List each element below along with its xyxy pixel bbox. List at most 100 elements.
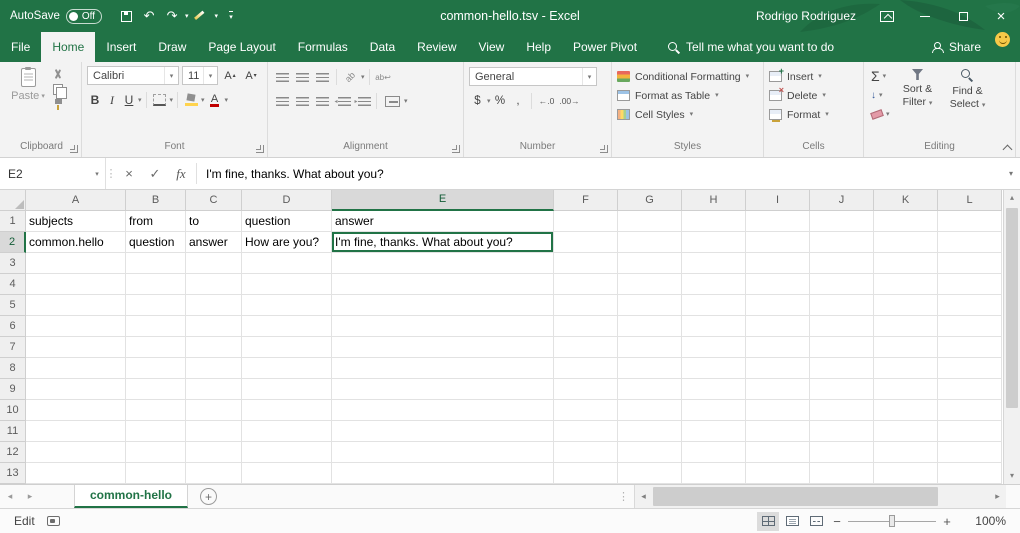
- cell-F13[interactable]: [554, 463, 618, 484]
- cell-E2[interactable]: I'm fine, thanks. What about you?: [332, 232, 554, 253]
- row-header-3[interactable]: 3: [0, 253, 26, 274]
- clipboard-dialog-launcher[interactable]: [70, 145, 78, 153]
- format-cells-button[interactable]: Format ▾: [769, 105, 858, 124]
- cell-E11[interactable]: [332, 421, 554, 442]
- cell-B9[interactable]: [126, 379, 186, 400]
- insert-function-button[interactable]: fx: [168, 158, 194, 189]
- cell-F12[interactable]: [554, 442, 618, 463]
- cell-L9[interactable]: [938, 379, 1002, 400]
- font-color-dropdown-icon[interactable]: ▾: [225, 97, 229, 104]
- column-header-E[interactable]: E: [332, 190, 554, 211]
- cell-K8[interactable]: [874, 358, 938, 379]
- cell-G11[interactable]: [618, 421, 682, 442]
- column-header-J[interactable]: J: [810, 190, 874, 211]
- cell-E7[interactable]: [332, 337, 554, 358]
- cell-L6[interactable]: [938, 316, 1002, 337]
- cell-K1[interactable]: [874, 211, 938, 232]
- cell-C6[interactable]: [186, 316, 242, 337]
- insert-cells-button[interactable]: Insert ▾: [769, 67, 858, 86]
- cell-G4[interactable]: [618, 274, 682, 295]
- cell-E1[interactable]: answer: [332, 211, 554, 232]
- percent-button[interactable]: %: [492, 92, 509, 110]
- cell-J8[interactable]: [810, 358, 874, 379]
- cell-A10[interactable]: [26, 400, 126, 421]
- align-middle-button[interactable]: [293, 68, 312, 86]
- ribbon-tab-data[interactable]: Data: [359, 32, 406, 62]
- cell-E13[interactable]: [332, 463, 554, 484]
- row-header-12[interactable]: 12: [0, 442, 26, 463]
- autosave-toggle[interactable]: AutoSave Off: [10, 9, 102, 24]
- cell-D7[interactable]: [242, 337, 332, 358]
- format-as-table-button[interactable]: Format as Table ▾: [617, 86, 758, 105]
- cell-G6[interactable]: [618, 316, 682, 337]
- tab-scroll-splitter[interactable]: ⋮: [618, 490, 629, 503]
- cell-G8[interactable]: [618, 358, 682, 379]
- cell-J4[interactable]: [810, 274, 874, 295]
- cell-B7[interactable]: [126, 337, 186, 358]
- cell-F11[interactable]: [554, 421, 618, 442]
- cell-B10[interactable]: [126, 400, 186, 421]
- ribbon-tab-insert[interactable]: Insert: [95, 32, 147, 62]
- cell-F9[interactable]: [554, 379, 618, 400]
- cell-J2[interactable]: [810, 232, 874, 253]
- customize-qat-button[interactable]: ▾: [221, 4, 241, 28]
- row-header-13[interactable]: 13: [0, 463, 26, 484]
- cell-K5[interactable]: [874, 295, 938, 316]
- increase-font-size-button[interactable]: A▴: [221, 67, 239, 85]
- cell-D6[interactable]: [242, 316, 332, 337]
- close-button[interactable]: ×: [982, 0, 1020, 32]
- cell-I11[interactable]: [746, 421, 810, 442]
- row-header-4[interactable]: 4: [0, 274, 26, 295]
- vertical-scroll-thumb[interactable]: [1006, 208, 1018, 408]
- cell-L1[interactable]: [938, 211, 1002, 232]
- cell-F2[interactable]: [554, 232, 618, 253]
- cell-I6[interactable]: [746, 316, 810, 337]
- row-header-2[interactable]: 2: [0, 232, 26, 253]
- fill-color-dropdown-icon[interactable]: ▾: [201, 97, 205, 104]
- cell-C8[interactable]: [186, 358, 242, 379]
- column-header-A[interactable]: A: [26, 190, 126, 211]
- cell-A1[interactable]: subjects: [26, 211, 126, 232]
- cell-F6[interactable]: [554, 316, 618, 337]
- italic-button[interactable]: I: [104, 90, 120, 110]
- cell-J11[interactable]: [810, 421, 874, 442]
- column-header-H[interactable]: H: [682, 190, 746, 211]
- minimize-button[interactable]: [906, 0, 944, 32]
- cell-C9[interactable]: [186, 379, 242, 400]
- redo-dropdown-icon[interactable]: ▾: [185, 13, 189, 20]
- cell-H1[interactable]: [682, 211, 746, 232]
- cell-I12[interactable]: [746, 442, 810, 463]
- underline-button[interactable]: U: [121, 90, 137, 110]
- cell-G13[interactable]: [618, 463, 682, 484]
- formula-bar-expand-icon[interactable]: ▾: [1002, 158, 1020, 189]
- align-right-button[interactable]: [313, 92, 332, 110]
- cell-E4[interactable]: [332, 274, 554, 295]
- row-header-7[interactable]: 7: [0, 337, 26, 358]
- row-header-9[interactable]: 9: [0, 379, 26, 400]
- cell-D4[interactable]: [242, 274, 332, 295]
- scroll-right-icon[interactable]: ▸: [989, 491, 1006, 502]
- column-header-D[interactable]: D: [242, 190, 332, 211]
- copy-button[interactable]: [52, 84, 64, 95]
- scroll-left-icon[interactable]: ◂: [635, 491, 652, 502]
- page-layout-view-button[interactable]: [781, 512, 803, 531]
- underline-dropdown-icon[interactable]: ▾: [138, 97, 142, 104]
- column-header-F[interactable]: F: [554, 190, 618, 211]
- fill-color-button[interactable]: [182, 91, 200, 109]
- cell-I4[interactable]: [746, 274, 810, 295]
- cell-J13[interactable]: [810, 463, 874, 484]
- ribbon-tab-file[interactable]: File: [0, 32, 41, 62]
- wrap-text-button[interactable]: ab↩: [374, 68, 393, 86]
- ribbon-tab-page-layout[interactable]: Page Layout: [197, 32, 286, 62]
- bold-button[interactable]: B: [87, 90, 103, 110]
- cell-C12[interactable]: [186, 442, 242, 463]
- cell-A13[interactable]: [26, 463, 126, 484]
- zoom-slider[interactable]: [848, 514, 936, 528]
- horizontal-scrollbar[interactable]: ◂ ▸: [634, 485, 1006, 508]
- cell-I5[interactable]: [746, 295, 810, 316]
- draw-ink-button[interactable]: [192, 4, 212, 28]
- cell-G5[interactable]: [618, 295, 682, 316]
- cell-F7[interactable]: [554, 337, 618, 358]
- cell-I1[interactable]: [746, 211, 810, 232]
- cell-G1[interactable]: [618, 211, 682, 232]
